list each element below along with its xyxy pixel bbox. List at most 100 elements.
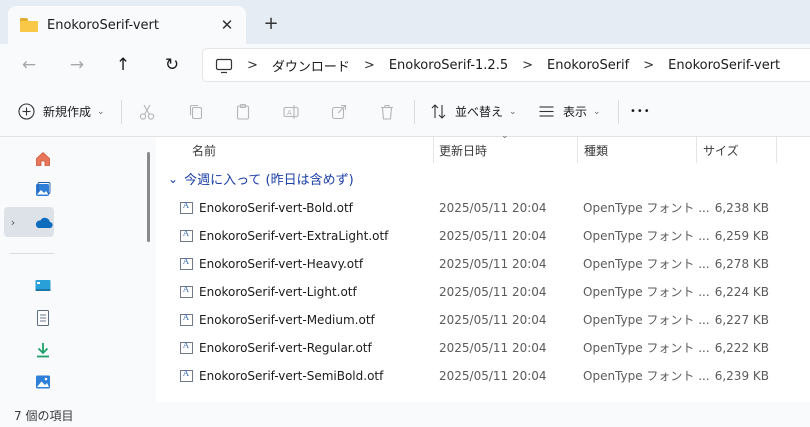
cut-button[interactable] xyxy=(138,86,156,137)
item-count: 7 個の項目 xyxy=(14,409,74,423)
column-header-size-label: サイズ xyxy=(703,143,739,158)
table-row[interactable]: EnokoroSerif-vert-Regular.otf 2025/05/11… xyxy=(156,334,810,362)
column-divider[interactable] xyxy=(577,137,578,163)
chevron-down-icon: ⌄ xyxy=(593,106,601,117)
column-divider[interactable] xyxy=(433,137,434,163)
more-options-button[interactable]: ••• xyxy=(630,86,651,137)
table-row[interactable]: EnokoroSerif-vert-Bold.otf 2025/05/11 20… xyxy=(156,194,810,222)
tab-current[interactable]: EnokoroSerif-vert ✕ xyxy=(8,6,246,44)
up-button[interactable]: ↑ xyxy=(110,52,136,78)
file-name: EnokoroSerif-vert-ExtraLight.otf xyxy=(199,229,389,243)
file-name: EnokoroSerif-vert-SemiBold.otf xyxy=(199,369,384,383)
sidebar-item-desktop[interactable] xyxy=(30,274,56,298)
file-type: OpenType フォント ... xyxy=(583,257,710,271)
table-row[interactable]: EnokoroSerif-vert-ExtraLight.otf 2025/05… xyxy=(156,222,810,250)
sort-button[interactable]: 並べ替え ⌄ xyxy=(430,86,517,137)
column-header-size[interactable]: サイズ xyxy=(703,137,777,163)
file-size: 6,227 KB xyxy=(714,313,769,327)
column-divider[interactable] xyxy=(696,137,697,163)
navigation-pane: › xyxy=(0,137,142,402)
new-tab-button[interactable]: + xyxy=(260,13,282,35)
sidebar-item-home[interactable] xyxy=(30,147,56,171)
sort-chevron-icon: ⌄ xyxy=(501,131,509,141)
sidebar-item-pictures[interactable] xyxy=(30,370,56,394)
sidebar-scrollbar-thumb[interactable] xyxy=(147,152,150,242)
file-size: 6,222 KB xyxy=(714,341,769,355)
file-size: 6,224 KB xyxy=(714,285,769,299)
sidebar-item-downloads[interactable] xyxy=(30,338,56,362)
sidebar-divider xyxy=(10,253,54,254)
close-tab-button[interactable]: ✕ xyxy=(218,16,236,34)
file-type: OpenType フォント ... xyxy=(583,313,710,327)
file-date: 2025/05/11 20:04 xyxy=(439,369,547,383)
font-file-icon xyxy=(180,285,193,298)
breadcrumb-enokoroserif-vert[interactable]: EnokoroSerif-vert xyxy=(668,58,780,73)
column-header-type[interactable]: 種類 xyxy=(584,137,694,163)
back-button[interactable]: ← xyxy=(16,52,42,78)
column-header-name-label: 名前 xyxy=(192,143,217,158)
file-size: 6,259 KB xyxy=(714,229,769,243)
chevron-down-icon: ⌄ xyxy=(509,106,517,117)
file-type: OpenType フォント ... xyxy=(583,229,710,243)
folder-icon xyxy=(20,18,38,32)
toolbar-divider xyxy=(414,100,415,124)
table-row[interactable]: EnokoroSerif-vert-SemiBold.otf 2025/05/1… xyxy=(156,362,810,390)
font-file-icon xyxy=(180,257,193,270)
font-file-icon xyxy=(180,369,193,382)
svg-text:A: A xyxy=(287,109,292,117)
share-button[interactable] xyxy=(330,86,348,137)
file-date: 2025/05/11 20:04 xyxy=(439,313,547,327)
chevron-down-icon: ⌄ xyxy=(97,106,105,117)
address-bar[interactable]: > ダウンロード > EnokoroSerif-1.2.5 > EnokoroS… xyxy=(202,48,810,82)
table-row[interactable]: EnokoroSerif-vert-Medium.otf 2025/05/11 … xyxy=(156,306,810,334)
sidebar-item-gallery[interactable] xyxy=(30,178,56,202)
status-bar: 7 個の項目 xyxy=(0,402,810,427)
file-type: OpenType フォント ... xyxy=(583,201,710,215)
column-header-modified-label: 更新日時 xyxy=(439,143,488,158)
delete-button[interactable] xyxy=(378,86,396,137)
view-list-icon xyxy=(539,106,554,117)
copy-button[interactable] xyxy=(187,86,205,137)
navigation-bar: ← → ↑ ↻ > ダウンロード > EnokoroSerif-1.2.5 > … xyxy=(0,44,810,86)
breadcrumb-separator: > xyxy=(643,57,655,73)
this-pc-icon[interactable] xyxy=(215,58,233,74)
pictures-icon xyxy=(36,375,50,389)
view-button[interactable]: 表示 ⌄ xyxy=(538,86,601,137)
file-date: 2025/05/11 20:04 xyxy=(439,257,547,271)
documents-icon xyxy=(37,310,49,326)
file-date: 2025/05/11 20:04 xyxy=(439,229,547,243)
title-bar: EnokoroSerif-vert ✕ + xyxy=(0,0,810,44)
file-name: EnokoroSerif-vert-Heavy.otf xyxy=(199,257,364,271)
file-size: 6,239 KB xyxy=(714,369,769,383)
toolbar-divider xyxy=(618,100,619,124)
file-type: OpenType フォント ... xyxy=(583,285,710,299)
column-header-name[interactable]: 名前 xyxy=(192,137,432,163)
breadcrumb-downloads[interactable]: ダウンロード xyxy=(272,56,350,75)
font-file-icon xyxy=(180,341,193,354)
column-divider[interactable] xyxy=(776,137,777,163)
breadcrumb-separator: > xyxy=(522,57,534,73)
new-button[interactable]: 新規作成 ⌄ xyxy=(18,86,105,137)
table-row[interactable]: EnokoroSerif-vert-Heavy.otf 2025/05/11 2… xyxy=(156,250,810,278)
onedrive-icon xyxy=(35,217,53,229)
file-name: EnokoroSerif-vert-Regular.otf xyxy=(199,341,372,355)
sidebar-item-documents[interactable] xyxy=(30,306,56,330)
breadcrumb-enokoroserif-1-2-5[interactable]: EnokoroSerif-1.2.5 xyxy=(389,58,508,73)
rename-button[interactable]: A xyxy=(282,86,300,137)
column-header-type-label: 種類 xyxy=(584,143,609,158)
view-button-label: 表示 xyxy=(563,105,588,119)
downloads-icon xyxy=(37,343,49,358)
breadcrumb-enokoroserif[interactable]: EnokoroSerif xyxy=(547,58,629,73)
refresh-button[interactable]: ↻ xyxy=(159,52,185,78)
group-header[interactable]: ⌄ 今週に入って (昨日は含めず) xyxy=(168,169,354,189)
onedrive-expand-chevron[interactable]: › xyxy=(4,210,22,234)
sidebar-item-onedrive[interactable] xyxy=(30,210,56,234)
file-name: EnokoroSerif-vert-Light.otf xyxy=(199,285,357,299)
paste-button[interactable] xyxy=(234,86,252,137)
forward-button[interactable]: → xyxy=(64,52,90,78)
file-list: 名前 更新日時 ⌄ 種類 サイズ ⌄ 今週に入って (昨日は含めず) Enoko… xyxy=(156,131,810,402)
column-header-modified[interactable]: 更新日時 ⌄ xyxy=(439,131,577,163)
file-date: 2025/05/11 20:04 xyxy=(439,201,547,215)
table-row[interactable]: EnokoroSerif-vert-Light.otf 2025/05/11 2… xyxy=(156,278,810,306)
command-bar: 新規作成 ⌄ A 並べ替え ⌄ 表示 ⌄ ••• xyxy=(0,86,810,137)
